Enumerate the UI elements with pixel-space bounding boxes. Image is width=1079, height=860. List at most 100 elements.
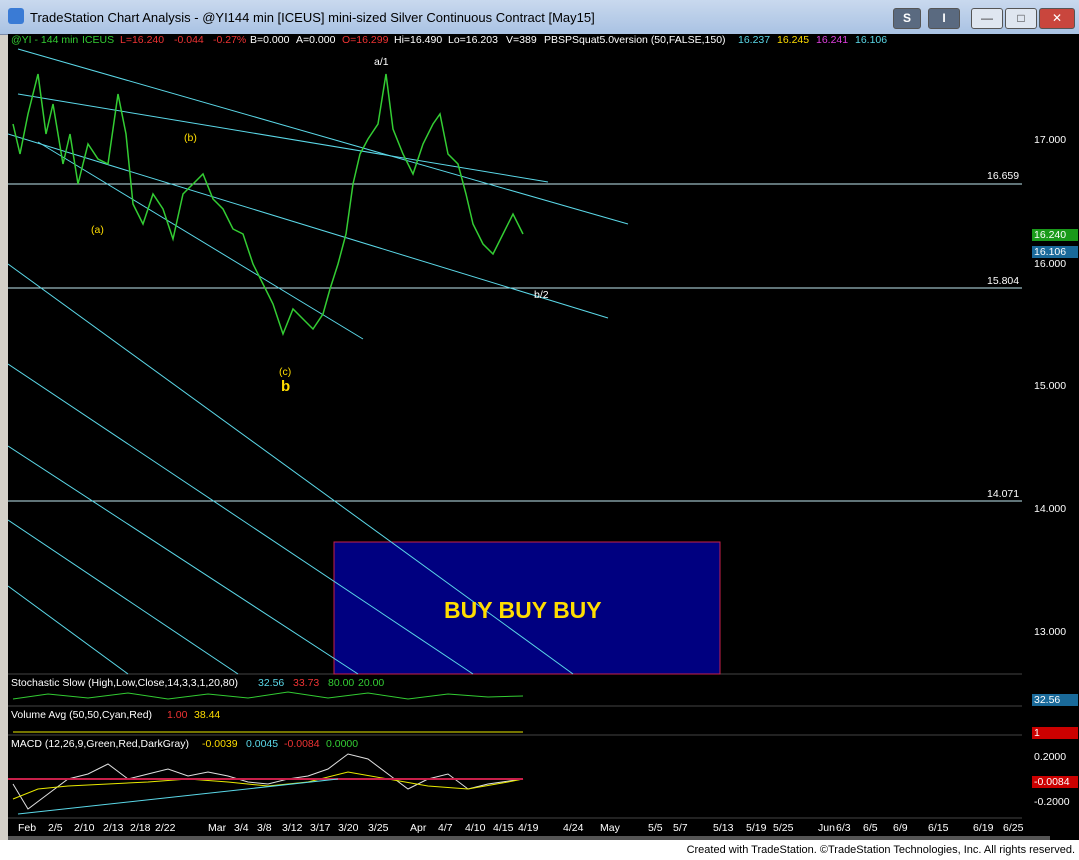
stochastic-value-box: 32.56 bbox=[1032, 694, 1078, 706]
indicator-link-button[interactable]: I bbox=[928, 8, 960, 29]
wave-label-b2: b/2 bbox=[534, 289, 549, 301]
macd-trendline bbox=[17, 778, 339, 815]
macd-label: MACD (12,26,9,Green,Red,DarkGray) bbox=[11, 738, 189, 750]
macd-series bbox=[12, 753, 524, 810]
level-label-14071: 14.071 bbox=[987, 488, 1020, 500]
channel-line-1 bbox=[17, 48, 629, 225]
header-value-3: 16.241 bbox=[816, 34, 849, 46]
header-symbol: @YI - 144 min bbox=[11, 34, 79, 46]
time-axis-label: 3/12 bbox=[282, 822, 303, 834]
stochastic-value-2: 33.73 bbox=[293, 677, 320, 689]
header-bid: B=0.000 bbox=[250, 34, 290, 46]
channel-line-6 bbox=[8, 363, 474, 675]
header-pct: -0.27% bbox=[213, 34, 247, 46]
header-last: L=16.240 bbox=[120, 34, 165, 46]
close-button[interactable]: ✕ bbox=[1039, 8, 1075, 29]
price-tick-17000: 17.000 bbox=[1034, 134, 1067, 146]
header-value-4: 16.106 bbox=[855, 34, 888, 46]
symbol-link-button[interactable]: S bbox=[893, 8, 921, 29]
time-axis-label: 4/19 bbox=[518, 822, 539, 834]
time-axis-label: 2/10 bbox=[74, 822, 95, 834]
time-axis-label: 6/15 bbox=[928, 822, 949, 834]
time-axis-label: 5/25 bbox=[773, 822, 794, 834]
time-axis-label: 3/4 bbox=[234, 822, 249, 834]
header-value-2: 16.245 bbox=[777, 34, 810, 46]
time-axis-label: 6/5 bbox=[863, 822, 878, 834]
time-axis-label: Mar bbox=[208, 822, 227, 834]
stochastic-value-4: 20.00 bbox=[358, 677, 385, 689]
channel-line-8 bbox=[8, 519, 239, 675]
time-axis-label: 2/13 bbox=[103, 822, 124, 834]
price-tick-15000: 15.000 bbox=[1034, 380, 1067, 392]
time-axis-label: 3/17 bbox=[310, 822, 331, 834]
time-axis-label: 4/24 bbox=[563, 822, 584, 834]
wave-label-b-small: (b) bbox=[184, 132, 197, 144]
stochastic-label: Stochastic Slow (High,Low,Close,14,3,3,1… bbox=[11, 677, 239, 689]
level-label-15804: 15.804 bbox=[987, 275, 1020, 287]
footer: Created with TradeStation. ©TradeStation… bbox=[0, 840, 1079, 860]
chart-canvas[interactable] bbox=[8, 34, 1022, 840]
header-low: Lo=16.203 bbox=[448, 34, 498, 46]
time-axis-label: 4/7 bbox=[438, 822, 453, 834]
tradestation-app-icon bbox=[8, 8, 24, 24]
time-axis-label: 2/5 bbox=[48, 822, 63, 834]
wave-label-a: (a) bbox=[91, 224, 104, 236]
time-axis-label: Feb bbox=[18, 822, 37, 834]
minimize-button[interactable]: — bbox=[971, 8, 1003, 29]
chart-area[interactable]: @YI - 144 min ICEUS L=16.240 -0.044 -0.2… bbox=[8, 34, 1079, 840]
channel-line-4 bbox=[17, 93, 549, 183]
title-bar: TradeStation Chart Analysis - @YI144 min… bbox=[0, 0, 1079, 35]
price-series bbox=[12, 73, 524, 337]
time-axis-label: 6/9 bbox=[893, 822, 908, 834]
price-tick-16000: 16.000 bbox=[1034, 258, 1067, 270]
header-ask: A=0.000 bbox=[296, 34, 336, 46]
volume-label: Volume Avg (50,50,Cyan,Red) bbox=[11, 709, 153, 721]
time-axis-label: 6/25 bbox=[1003, 822, 1024, 834]
macd-tick-negative: -0.2000 bbox=[1034, 796, 1070, 808]
time-axis-label: 3/20 bbox=[338, 822, 359, 834]
time-axis-label: May bbox=[600, 822, 620, 834]
header-volume: V=389 bbox=[506, 34, 537, 46]
wave-label-c: (c) bbox=[279, 366, 292, 378]
volume-value-box: 1 bbox=[1032, 727, 1078, 739]
footer-copyright: Created with TradeStation. ©TradeStation… bbox=[686, 844, 1075, 856]
last-price-box-2: 16.106 bbox=[1032, 246, 1078, 258]
maximize-button[interactable]: □ bbox=[1005, 8, 1037, 29]
time-axis-label: 3/25 bbox=[368, 822, 389, 834]
time-axis-label: Apr bbox=[410, 822, 427, 834]
channel-line-3 bbox=[37, 141, 364, 340]
macd-value-box: -0.0084 bbox=[1032, 776, 1078, 788]
price-axis: 17.000 16.000 15.000 14.000 13.000 16.24… bbox=[1030, 34, 1079, 840]
time-axis-label: 5/19 bbox=[746, 822, 767, 834]
stochastic-series bbox=[12, 691, 524, 700]
header-change: -0.044 bbox=[174, 34, 204, 46]
wave-label-a1: a/1 bbox=[374, 56, 389, 68]
macd-tick-positive: 0.2000 bbox=[1034, 751, 1067, 763]
time-axis-label: Jun bbox=[818, 822, 835, 834]
macd-value-4: 0.0000 bbox=[326, 738, 359, 750]
time-axis-label: 2/22 bbox=[155, 822, 176, 834]
header-study: PBSPSquat5.0version (50,FALSE,150) bbox=[544, 34, 726, 46]
stochastic-value-3: 80.00 bbox=[328, 677, 355, 689]
level-label-16659: 16.659 bbox=[987, 170, 1020, 182]
macd-value-2: 0.0045 bbox=[246, 738, 279, 750]
volume-value-1: 1.00 bbox=[167, 709, 188, 721]
buy-zone-label: BUY BUY BUY bbox=[444, 597, 602, 623]
header-value-1: 16.237 bbox=[738, 34, 771, 46]
macd-signal-series bbox=[12, 771, 524, 800]
window-title: TradeStation Chart Analysis - @YI144 min… bbox=[30, 10, 595, 25]
time-axis-label: 4/10 bbox=[465, 822, 486, 834]
time-axis: Feb 2/5 2/10 2/13 2/18 2/22 Mar 3/4 3/8 3/12 3/17 3… bbox=[8, 822, 1024, 836]
wave-label-b-big: b bbox=[281, 378, 291, 395]
time-axis-label: 5/5 bbox=[648, 822, 663, 834]
last-price-box: 16.240 bbox=[1032, 229, 1078, 241]
time-axis-label: 5/7 bbox=[673, 822, 688, 834]
header-open: O=16.299 bbox=[342, 34, 389, 46]
time-axis-label: 2/18 bbox=[130, 822, 151, 834]
header-high: Hi=16.490 bbox=[394, 34, 443, 46]
time-axis-label: 6/19 bbox=[973, 822, 994, 834]
time-axis-label: 4/15 bbox=[493, 822, 514, 834]
price-tick-14000: 14.000 bbox=[1034, 503, 1067, 515]
macd-value-1: -0.0039 bbox=[202, 738, 238, 750]
header-exchange: ICEUS bbox=[82, 34, 115, 46]
